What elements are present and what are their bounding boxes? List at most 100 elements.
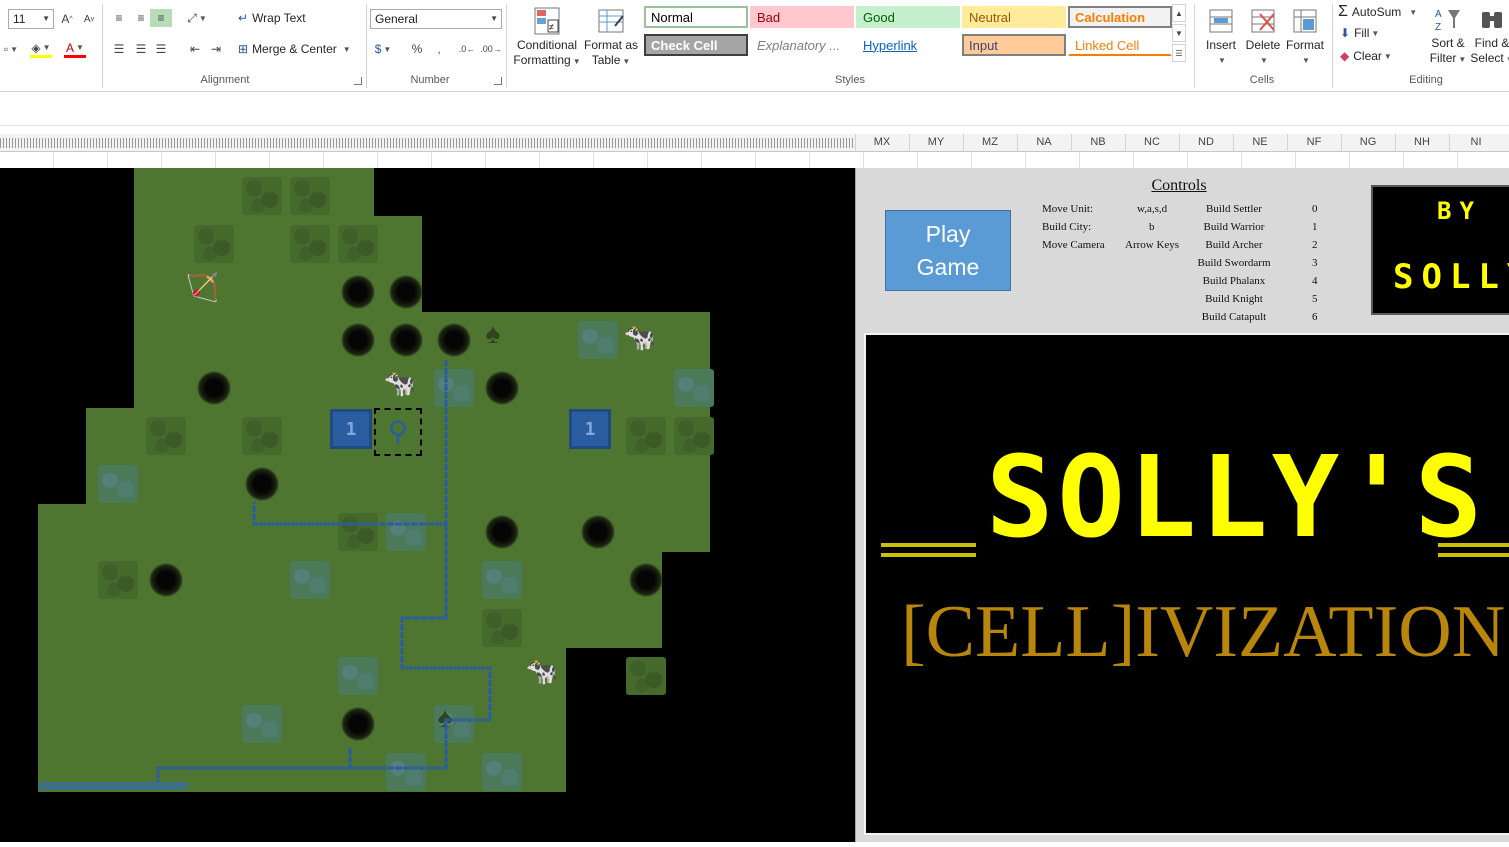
game-map[interactable]: 1 1 🏹 ⚲ 🐄 🐄 🐄 ♠ ♠ <box>0 168 855 842</box>
align-top-icon[interactable]: ≡ <box>108 9 130 27</box>
insert-button[interactable]: Insert ▼ <box>1200 4 1242 68</box>
merge-icon: ⊞ <box>238 42 249 56</box>
merge-center-label: Merge & Center <box>252 42 337 56</box>
style-input[interactable]: Input <box>962 34 1066 56</box>
column-header[interactable]: NC <box>1125 136 1179 148</box>
svg-text:Z: Z <box>1435 22 1441 33</box>
eraser-icon: ◆ <box>1340 49 1350 63</box>
align-middle-icon[interactable]: ≡ <box>130 9 152 27</box>
format-as-table-label2: Table <box>591 53 621 67</box>
styles-group-label: Styles <box>835 74 865 86</box>
column-header[interactable]: MX <box>855 136 909 148</box>
style-normal[interactable]: Normal <box>644 6 748 28</box>
increase-indent-icon[interactable]: ⇥ <box>205 40 227 58</box>
column-header[interactable]: NG <box>1341 136 1395 148</box>
style-neutral[interactable]: Neutral <box>962 6 1066 28</box>
style-good[interactable]: Good <box>856 6 960 28</box>
number-format-select[interactable]: General ▼ <box>370 9 502 29</box>
insert-label: Insert <box>1205 38 1236 52</box>
style-hyperlink[interactable]: Hyperlink <box>856 34 960 56</box>
sort-filter-button[interactable]: AZ Sort & Filter ▼ <box>1426 4 1470 67</box>
build-key: 3 <box>1312 257 1318 269</box>
decrease-font-icon[interactable]: Av <box>78 10 100 28</box>
control-action: Move Camera <box>1042 239 1105 251</box>
align-right-icon[interactable]: ☰ <box>150 40 172 58</box>
format-as-table-icon <box>596 4 626 38</box>
decrease-decimal-icon[interactable]: .00→ <box>480 40 502 58</box>
wrap-text-icon: ↵ <box>238 11 249 25</box>
increase-decimal-icon[interactable]: .0← <box>456 40 478 58</box>
delete-label: Delete <box>1245 38 1281 52</box>
column-header[interactable]: NE <box>1233 136 1287 148</box>
column-header[interactable]: MY <box>909 136 963 148</box>
deco-line-right <box>1438 543 1509 547</box>
build-key: 4 <box>1312 275 1318 287</box>
ribbon: 11 ▼ A ^ Av ▫ ▼ ◈ ▼ A ▼ ≡ ≡ ≡ ⤢ ▼ ↵ Wrap Text ☰… <box>0 0 1509 92</box>
svg-text:A: A <box>1435 9 1442 20</box>
build-key: 1 <box>1312 221 1318 233</box>
percent-style-icon[interactable]: % <box>406 40 428 58</box>
column-header[interactable]: NA <box>1017 136 1071 148</box>
style-calculation[interactable]: Calculation <box>1068 6 1172 28</box>
format-as-table-label: Format as <box>583 38 638 52</box>
find-select-label: Find & <box>1474 36 1509 50</box>
format-button[interactable]: Format ▼ <box>1284 4 1326 68</box>
style-linked-cell[interactable]: Linked Cell <box>1068 34 1172 56</box>
gallery-more-icon[interactable]: ☰ <box>1172 44 1186 62</box>
number-launcher-icon[interactable] <box>494 77 502 85</box>
format-as-table-button[interactable]: Format as Table ▼ <box>582 4 640 69</box>
column-header[interactable]: NH <box>1395 136 1449 148</box>
fill-color-icon[interactable]: ◈ ▼ <box>30 40 52 58</box>
align-bottom-icon[interactable]: ≡ <box>150 9 172 27</box>
find-select-button[interactable]: Find & Select▼ <box>1470 4 1509 67</box>
formula-bar[interactable] <box>0 98 1509 126</box>
column-header[interactable]: NF <box>1287 136 1341 148</box>
decrease-indent-icon[interactable]: ⇤ <box>184 40 206 58</box>
style-bad[interactable]: Bad <box>750 6 854 28</box>
borders-icon[interactable]: ▫ ▼ <box>0 40 22 58</box>
font-color-icon[interactable]: A ▼ <box>64 40 86 58</box>
style-explanatory[interactable]: Explanatory ... <box>750 34 854 56</box>
editing-group-label: Editing <box>1409 74 1443 86</box>
fill-down-icon: ⬇ <box>1340 26 1351 40</box>
control-key: b <box>1149 221 1155 233</box>
column-header[interactable]: ND <box>1179 136 1233 148</box>
align-left-icon[interactable]: ☰ <box>108 40 130 58</box>
wrap-text-button[interactable]: ↵ Wrap Text <box>238 11 306 25</box>
orientation-icon[interactable]: ⤢ ▼ <box>186 9 208 27</box>
delete-button[interactable]: Delete ▼ <box>1242 4 1284 68</box>
column-header[interactable]: NI <box>1449 136 1503 148</box>
column-header[interactable]: MZ <box>963 136 1017 148</box>
comma-style-icon[interactable]: , <box>428 40 450 58</box>
style-check-cell[interactable]: Check Cell <box>644 34 748 56</box>
build-action: Build Settler <box>1206 203 1262 215</box>
sort-filter-label2: Filter <box>1429 51 1457 65</box>
alignment-launcher-icon[interactable] <box>354 77 362 85</box>
build-action: Build Swordarm <box>1197 257 1271 269</box>
clear-button[interactable]: ◆ Clear ▼ <box>1340 49 1392 63</box>
play-game-button[interactable]: Play Game <box>885 210 1011 291</box>
game-subtitle: [CELL]IVIZATION <box>901 591 1506 673</box>
find-select-label2: Select <box>1470 51 1504 65</box>
increase-font-icon[interactable]: A ^ <box>56 10 78 28</box>
gallery-down-icon[interactable]: ▼ <box>1172 24 1186 42</box>
delete-cells-icon <box>1248 4 1278 38</box>
styles-gallery: Normal Bad Good Neutral Calculation Check Cel… <box>640 4 1188 64</box>
autosum-button[interactable]: Σ AutoSum ▼ <box>1338 3 1417 21</box>
font-size-select[interactable]: 11 ▼ <box>8 9 54 29</box>
insert-cells-icon <box>1206 4 1236 38</box>
merge-center-button[interactable]: ⊞ Merge & Center ▼ <box>238 42 351 56</box>
align-center-icon[interactable]: ☰ <box>130 40 152 58</box>
fill-label: Fill <box>1354 26 1370 40</box>
accounting-format-icon[interactable]: $ ▼ <box>372 40 394 58</box>
separator <box>366 4 367 88</box>
fill-button[interactable]: ⬇ Fill ▼ <box>1340 26 1379 40</box>
build-key: 0 <box>1312 203 1318 215</box>
autosum-label: AutoSum <box>1351 5 1402 19</box>
author-label: SOLLY <box>1393 257 1509 297</box>
separator <box>1332 4 1333 88</box>
gallery-up-icon[interactable]: ▲ <box>1172 4 1186 22</box>
separator <box>1194 4 1195 88</box>
conditional-formatting-button[interactable]: ≠ Conditional Formatting ▼ <box>512 4 582 69</box>
column-header[interactable]: NB <box>1071 136 1125 148</box>
